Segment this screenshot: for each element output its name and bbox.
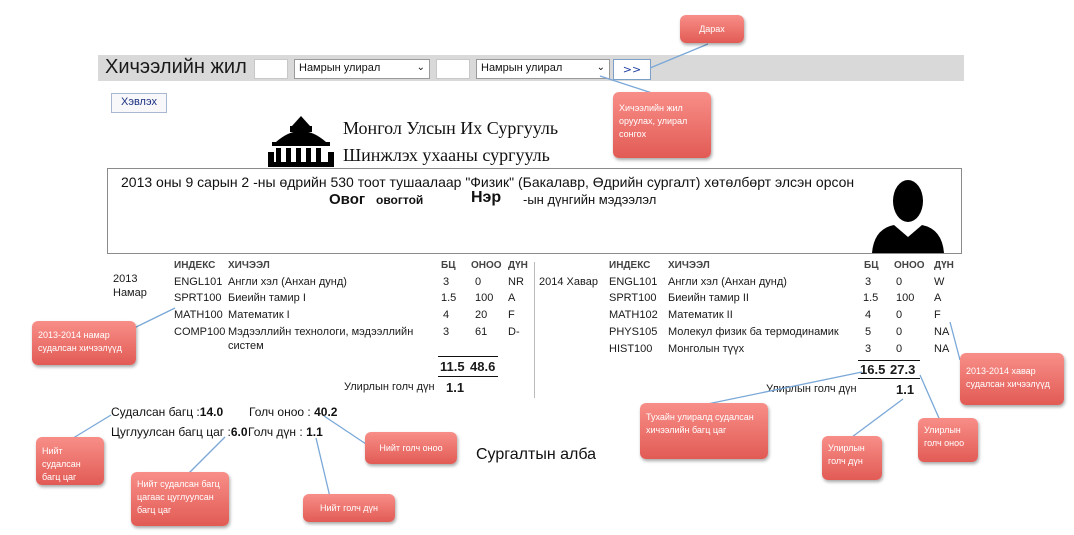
- callout-term-credits: Тухайн улиралд судалсан хичээлийн багц ц…: [640, 403, 768, 459]
- callout-connectors: [69, 43, 961, 498]
- callout-term-score: Улирлын голч оноо: [918, 418, 978, 462]
- callout-term-gpa: Улирлын голч дүн: [822, 436, 882, 480]
- callout-total-credits: Нийт судалсан багц цаг: [36, 437, 104, 485]
- callout-total-score: Нийт голч оноо: [365, 432, 457, 464]
- callout-choose-year-semester: Хичээлийн жил оруулах, улирал сонгох: [613, 92, 711, 158]
- callout-press: Дарах: [680, 15, 744, 43]
- callout-accumulated-credits: Нийт судалсан багц цагаас цуглуулсан баг…: [131, 472, 229, 526]
- callout-spring-courses: 2013-2014 хавар судалсан хичээлүүд: [960, 353, 1064, 405]
- callout-fall-courses: 2013-2014 намар судалсан хичээлүүд: [32, 321, 136, 365]
- callout-total-gpa: Нийт голч дүн: [303, 494, 395, 522]
